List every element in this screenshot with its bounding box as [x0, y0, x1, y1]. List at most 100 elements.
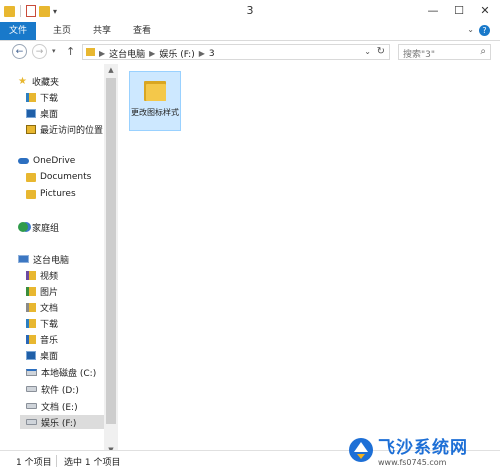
- watermark: 飞沙系统网 www.fs0745.com: [348, 430, 468, 470]
- breadcrumb-drive-f[interactable]: 娱乐 (F:): [159, 47, 194, 60]
- watermark-logo-icon: [349, 438, 373, 462]
- videos-folder-icon: [26, 270, 36, 280]
- nav-label: 收藏夹: [32, 77, 60, 88]
- folder-icon: [144, 79, 168, 103]
- nav-label: 家庭组: [32, 223, 60, 234]
- nav-label: 软件 (D:): [41, 385, 79, 396]
- nav-item-music[interactable]: 音乐: [26, 332, 58, 346]
- nav-label: 音乐: [40, 335, 59, 346]
- folder-item[interactable]: 更改图标样式: [129, 71, 181, 131]
- up-button[interactable]: ↑: [66, 45, 75, 58]
- watermark-text: 飞沙系统网 www.fs0745.com: [378, 433, 468, 467]
- nav-item-desktop-pc[interactable]: 桌面: [26, 348, 58, 362]
- chevron-right-icon[interactable]: ▶: [99, 49, 105, 58]
- nav-item-downloads-pc[interactable]: 下载: [26, 316, 58, 330]
- nav-label: 下载: [40, 93, 59, 104]
- navigation-bar: ← → ▾ ↑ ▶ 这台电脑 ▶ 娱乐 (F:) ▶ 3 ⌄ ↻ 搜索"3" ⌕: [0, 41, 500, 63]
- nav-label: 桌面: [40, 109, 59, 120]
- nav-drive-e[interactable]: 文档 (E:): [26, 399, 78, 413]
- nav-label: 最近访问的位置: [40, 125, 104, 136]
- selection-count: 选中 1 个项目: [64, 458, 121, 468]
- nav-this-pc[interactable]: 这台电脑: [18, 252, 69, 266]
- music-folder-icon: [26, 334, 36, 344]
- downloads-folder-icon: [26, 92, 36, 102]
- tab-view[interactable]: 查看: [124, 22, 160, 40]
- system-drive-icon: [26, 368, 37, 376]
- downloads-folder-icon: [26, 318, 36, 328]
- chevron-right-icon[interactable]: ▶: [199, 49, 205, 58]
- nav-item-desktop[interactable]: 桌面: [26, 106, 58, 120]
- recent-places-icon: [26, 124, 36, 134]
- nav-onedrive[interactable]: OneDrive: [18, 154, 75, 168]
- navigation-pane: ★ 收藏夹 下载 桌面 最近访问的位置 OneDrive Documents P…: [0, 64, 118, 456]
- nav-scrollbar[interactable]: ▲ ▼: [104, 64, 118, 456]
- search-icon[interactable]: ⌕: [480, 46, 486, 57]
- recent-locations-dropdown[interactable]: ▾: [52, 47, 56, 55]
- scroll-thumb[interactable]: [106, 78, 116, 424]
- close-button[interactable]: ✕: [472, 0, 498, 22]
- breadcrumb: ▶ 这台电脑 ▶ 娱乐 (F:) ▶ 3: [99, 47, 215, 61]
- refresh-icon[interactable]: ↻: [377, 46, 385, 57]
- nav-item-pictures-pc[interactable]: 图片: [26, 284, 58, 298]
- tab-file[interactable]: 文件: [0, 22, 36, 40]
- help-icon[interactable]: ?: [479, 25, 490, 36]
- nav-item-videos[interactable]: 视频: [26, 268, 58, 282]
- file-list[interactable]: 更改图标样式: [120, 64, 500, 456]
- minimize-button[interactable]: —: [420, 0, 446, 22]
- nav-item-downloads[interactable]: 下载: [26, 90, 58, 104]
- nav-homegroup[interactable]: 家庭组: [18, 220, 59, 234]
- forward-button[interactable]: →: [32, 44, 47, 59]
- nav-drive-d[interactable]: 软件 (D:): [26, 382, 79, 396]
- search-input[interactable]: 搜索"3" ⌕: [398, 44, 491, 60]
- scroll-up-icon[interactable]: ▲: [104, 64, 118, 76]
- documents-folder-icon: [26, 302, 36, 312]
- divider: [56, 455, 57, 467]
- folder-icon: [26, 189, 36, 199]
- ribbon-tabs: 文件 主页 共享 查看 ⌄ ?: [0, 22, 500, 41]
- star-icon: ★: [18, 75, 27, 87]
- nav-label: 文档 (E:): [41, 402, 78, 413]
- nav-drive-c[interactable]: 本地磁盘 (C:): [26, 365, 96, 379]
- nav-label: 娱乐 (F:): [41, 418, 77, 429]
- address-history-dropdown[interactable]: ⌄: [364, 47, 371, 56]
- address-bar[interactable]: ▶ 这台电脑 ▶ 娱乐 (F:) ▶ 3 ⌄ ↻: [82, 44, 390, 60]
- folder-name: 更改图标样式: [131, 108, 179, 117]
- tab-share[interactable]: 共享: [84, 22, 120, 40]
- search-placeholder: 搜索"3": [403, 50, 436, 60]
- nav-label: Pictures: [40, 189, 76, 199]
- nav-item-pictures[interactable]: Pictures: [26, 187, 76, 201]
- nav-label: 文档: [40, 303, 59, 314]
- nav-label: 本地磁盘 (C:): [41, 368, 97, 379]
- chevron-right-icon[interactable]: ▶: [149, 49, 155, 58]
- nav-item-recent-places[interactable]: 最近访问的位置: [26, 122, 103, 136]
- nav-label: Documents: [40, 172, 92, 182]
- tab-home[interactable]: 主页: [44, 22, 80, 40]
- desktop-icon: [26, 108, 36, 118]
- homegroup-icon: [18, 222, 28, 232]
- breadcrumb-this-pc[interactable]: 这台电脑: [109, 47, 145, 60]
- nav-label: 桌面: [40, 351, 59, 362]
- nav-label: 视频: [40, 271, 59, 282]
- expand-ribbon-icon[interactable]: ⌄: [467, 25, 474, 34]
- nav-label: OneDrive: [33, 156, 76, 166]
- folder-icon: [86, 48, 95, 56]
- nav-label: 下载: [40, 319, 59, 330]
- watermark-url: www.fs0745.com: [378, 458, 447, 467]
- breadcrumb-folder-3[interactable]: 3: [209, 49, 215, 59]
- drive-icon: [26, 403, 37, 409]
- nav-item-documents-pc[interactable]: 文档: [26, 300, 58, 314]
- nav-label: 图片: [40, 287, 59, 298]
- nav-favorites[interactable]: ★ 收藏夹: [18, 74, 59, 88]
- nav-drive-f[interactable]: 娱乐 (F:): [20, 415, 104, 429]
- maximize-button[interactable]: ☐: [446, 0, 472, 22]
- watermark-brand: 飞沙系统网: [378, 438, 468, 458]
- title-bar: ▾ 3 — ☐ ✕: [0, 0, 500, 23]
- back-button[interactable]: ←: [12, 44, 27, 59]
- onedrive-cloud-icon: [18, 158, 29, 164]
- drive-icon: [26, 419, 37, 425]
- nav-label: 这台电脑: [33, 255, 70, 266]
- folder-icon: [26, 172, 36, 182]
- nav-item-documents[interactable]: Documents: [26, 170, 91, 184]
- pictures-folder-icon: [26, 286, 36, 296]
- computer-icon: [18, 255, 29, 263]
